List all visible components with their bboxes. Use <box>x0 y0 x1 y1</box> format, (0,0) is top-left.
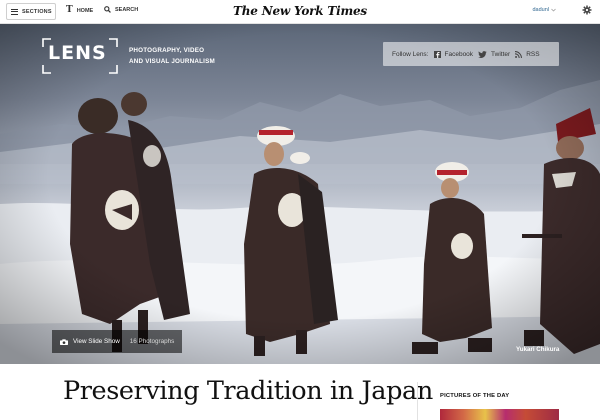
facebook-icon <box>433 50 441 58</box>
follow-label: Follow Lens: <box>392 50 429 58</box>
follow-facebook-link[interactable]: Facebook <box>433 50 474 58</box>
follow-rss-link[interactable]: RSS <box>515 50 540 58</box>
pictures-of-the-day-heading[interactable]: PICTURES OF THE DAY <box>440 393 509 399</box>
photo-count: 16 Photographs <box>129 338 175 345</box>
slideshow-label: View Slide Show <box>73 338 120 345</box>
user-name: dadunl <box>532 7 549 13</box>
user-menu[interactable]: dadunl <box>532 7 556 13</box>
view-slideshow-button[interactable]: View Slide Show 16 Photographs <box>52 330 182 353</box>
pictures-of-the-day-thumbnail[interactable] <box>440 409 559 420</box>
gear-icon[interactable] <box>582 5 592 15</box>
follow-lens-box: Follow Lens: Facebook Twitter RSS <box>383 42 559 66</box>
hero-photo[interactable]: LENS PHOTOGRAPHY, VIDEO AND VISUAL JOURN… <box>0 24 600 364</box>
lens-tagline-line-1: PHOTOGRAPHY, VIDEO <box>129 47 205 54</box>
hero-photo-scene <box>0 24 600 364</box>
lens-logo[interactable]: LENS <box>42 38 118 74</box>
article-headline[interactable]: Preserving Tradition in Japan <box>63 376 433 406</box>
column-divider <box>417 382 418 420</box>
facebook-label: Facebook <box>444 50 474 58</box>
rss-label: RSS <box>526 50 540 58</box>
nyt-logo[interactable]: The New York Times <box>0 4 600 18</box>
lens-tagline-line-2: AND VISUAL JOURNALISM <box>129 58 215 65</box>
twitter-label: Twitter <box>491 50 511 58</box>
lens-tagline: PHOTOGRAPHY, VIDEO AND VISUAL JOURNALISM <box>129 45 239 67</box>
photo-credit: Yukari Chikura <box>516 346 560 353</box>
camera-icon <box>60 338 68 345</box>
top-navigation-bar: SECTIONS T HOME SEARCH The New York Time… <box>0 0 600 24</box>
twitter-bird-icon <box>478 50 487 58</box>
rss-icon <box>515 50 523 58</box>
follow-twitter-link[interactable]: Twitter <box>478 51 510 58</box>
chevron-down-icon <box>551 8 556 12</box>
lens-wordmark: LENS <box>48 42 107 64</box>
